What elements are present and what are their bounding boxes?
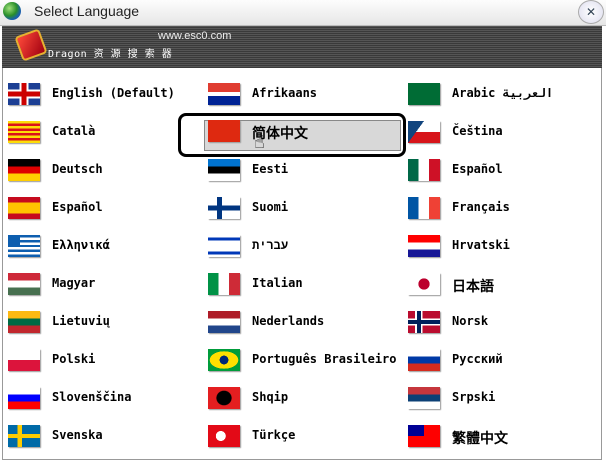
banner: www.esc0.com Dragon 资 源 搜 索 器 [2,26,602,68]
flag-za-icon [208,83,240,105]
language-item-za[interactable]: Afrikaans [208,79,403,109]
language-item-si[interactable]: Slovenščina [8,383,203,413]
globe-icon [3,2,21,20]
language-label: Srpski [452,390,496,404]
language-item-mx[interactable]: Español [408,155,603,185]
language-item-ee[interactable]: Eesti [208,155,403,185]
window-title: Select Language [34,3,140,19]
flag-it-icon [208,273,240,295]
language-item-lt[interactable]: Lietuvių [8,307,203,337]
language-label: Arabic العربية [452,86,554,100]
language-item-ru[interactable]: Русский [408,345,603,375]
language-item-tr[interactable]: Türkçe [208,421,403,451]
flag-rs-icon [408,387,440,409]
language-label: 繁體中文 [452,431,508,447]
flag-nl-icon [208,311,240,333]
title-bar: Select Language ✕ [0,0,606,26]
language-label: Lietuvių [52,314,110,328]
language-label: Русский [452,352,503,366]
language-label: Nederlands [252,314,325,328]
flag-pl-icon [8,349,40,371]
close-icon: ✕ [585,5,597,19]
language-label: Español [452,162,503,176]
language-label: English (Default) [52,86,175,100]
language-label: Español [52,200,103,214]
language-item-pl[interactable]: Polski [8,345,203,375]
flag-mx-icon [408,159,440,181]
language-label: עברית [252,238,289,252]
language-item-hr[interactable]: Hrvatski [408,231,603,261]
language-item-tw[interactable]: 繁體中文 [408,421,603,451]
language-item-it[interactable]: Italian [208,269,403,299]
flag-hu-icon [8,273,40,295]
language-item-cn[interactable]: 简体中文 [208,116,403,146]
flag-se-icon [8,425,40,447]
flag-br-icon [208,349,240,371]
language-item-rs[interactable]: Srpski [408,383,603,413]
language-label: Català [52,124,96,138]
language-item-cz[interactable]: Čeština [408,117,603,147]
language-label: Deutsch [52,162,103,176]
language-label: Ελληνικά [52,238,110,252]
language-label: Čeština [452,124,503,138]
language-item-de[interactable]: Deutsch [8,155,203,185]
flag-fr-icon [408,197,440,219]
banner-brand: Dragon 资 源 搜 索 器 [48,49,173,60]
flag-ee-icon [208,159,240,181]
flag-il-icon [208,235,240,257]
flag-sa-icon [408,83,440,105]
flag-cn-icon [208,120,240,142]
flag-ru-icon [408,349,440,371]
language-label: Suomi [252,200,289,214]
language-label: Slovenščina [52,390,132,404]
flag-tw-icon [408,425,440,447]
language-item-il[interactable]: עברית [208,231,403,261]
flag-es-icon [8,197,40,219]
language-item-al[interactable]: Shqip [208,383,403,413]
flag-cz-icon [408,121,440,143]
flag-tr-icon [208,425,240,447]
language-label: 日本語 [452,279,494,295]
language-item-hu[interactable]: Magyar [8,269,203,299]
flag-hr-icon [408,235,440,257]
language-label: Shqip [252,390,289,404]
language-item-fr[interactable]: Français [408,193,603,223]
language-label: Hrvatski [452,238,510,252]
language-label: Eesti [252,162,289,176]
language-item-gr[interactable]: Ελληνικά [8,231,203,261]
language-item-no[interactable]: Norsk [408,307,603,337]
close-button[interactable]: ✕ [578,0,604,24]
flag-al-icon [208,387,240,409]
flag-jp-icon [408,273,440,295]
flag-si-icon [8,387,40,409]
language-item-fi[interactable]: Suomi [208,193,403,223]
language-label: Afrikaans [252,86,318,100]
language-item-br[interactable]: Português Brasileiro [208,345,403,375]
language-label: Türkçe [252,428,296,442]
language-label: Português Brasileiro [252,352,397,366]
language-label: Français [452,200,510,214]
language-label: Magyar [52,276,96,290]
language-label: Svenska [52,428,103,442]
flag-de-icon [8,159,40,181]
flag-ca-icon [8,121,40,143]
language-label: Italian [252,276,303,290]
flag-no-icon [408,311,440,333]
language-item-nl[interactable]: Nederlands [208,307,403,337]
flag-fi-icon [208,197,240,219]
dragon-logo-icon [14,28,48,62]
language-item-es[interactable]: Español [8,193,203,223]
hand-cursor-icon: ☝ [254,132,265,153]
language-item-se[interactable]: Svenska [8,421,203,451]
language-item-ca[interactable]: Català [8,117,203,147]
language-item-gb[interactable]: English (Default) [8,79,203,109]
flag-lt-icon [8,311,40,333]
language-label: Polski [52,352,96,366]
flag-gb-icon [8,83,40,105]
language-item-jp[interactable]: 日本語 [408,269,603,299]
language-label: Norsk [452,314,489,328]
flag-gr-icon [8,235,40,257]
language-item-sa[interactable]: Arabic العربية [408,79,603,109]
banner-url: www.esc0.com [158,30,232,42]
